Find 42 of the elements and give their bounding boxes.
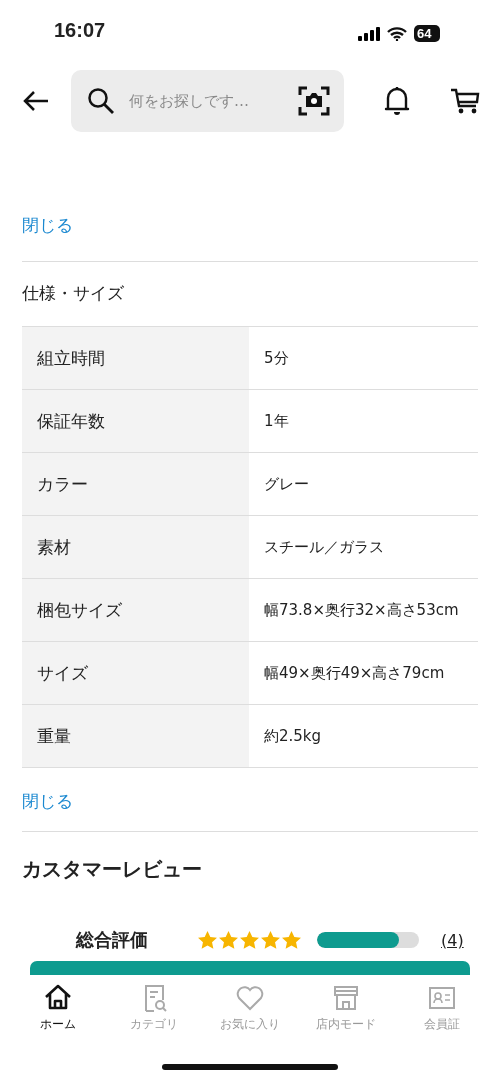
tab-bar-item[interactable]: お気に入り: [204, 983, 296, 1033]
section-title: カスタマーレビュー: [22, 856, 203, 883]
spec-value: 幅49×奥行49×高さ79cm: [249, 641, 478, 705]
spec-value: 幅73.8×奥行32×高さ53cm: [249, 578, 478, 642]
spec-value: スチール／ガラス: [249, 515, 478, 579]
star-icon: [219, 931, 238, 949]
tab-bar-item[interactable]: カテゴリ: [108, 983, 200, 1033]
status-time: 16:07: [54, 19, 106, 42]
spec-value: グレー: [249, 452, 478, 516]
star-icon: [261, 931, 280, 949]
bell-icon[interactable]: [384, 85, 410, 117]
battery-level: 64: [414, 25, 440, 42]
wifi-icon: [387, 26, 407, 41]
spec-label: サイズ: [22, 641, 249, 705]
store-icon: [331, 983, 361, 1013]
search-icon[interactable]: [87, 87, 115, 115]
spec-value: 約2.5kg: [249, 704, 478, 768]
back-arrow-icon[interactable]: [22, 90, 50, 112]
close-link[interactable]: 閉じる: [22, 790, 73, 813]
star-icon: [198, 931, 217, 949]
close-link[interactable]: 閉じる: [22, 214, 73, 237]
spec-label: 保証年数: [22, 389, 249, 453]
spec-label: 梱包サイズ: [22, 578, 249, 642]
star-icon: [282, 931, 301, 949]
spec-label: 重量: [22, 704, 249, 768]
cart-icon[interactable]: [450, 87, 480, 115]
spec-label: 素材: [22, 515, 249, 579]
review-count-link[interactable]: (4): [441, 930, 464, 950]
star-icon: [240, 931, 259, 949]
rating-label: 総合評価: [76, 928, 149, 952]
tab-bar-item[interactable]: 会員証: [396, 983, 488, 1033]
section-title: 仕様・サイズ: [22, 282, 125, 305]
camera-scan-icon[interactable]: [298, 86, 330, 116]
search-field[interactable]: 何をお探しです…: [127, 91, 281, 111]
signal-icon: [358, 26, 380, 41]
spec-label: カラー: [22, 452, 249, 516]
spec-value: 1年: [249, 389, 478, 453]
spec-label: 組立時間: [22, 326, 249, 390]
tab-bar-item[interactable]: 店内モード: [300, 983, 392, 1033]
tab-bar-item[interactable]: ホーム: [12, 983, 104, 1033]
heart-icon: [235, 983, 265, 1013]
spec-value: 5分: [249, 326, 478, 390]
